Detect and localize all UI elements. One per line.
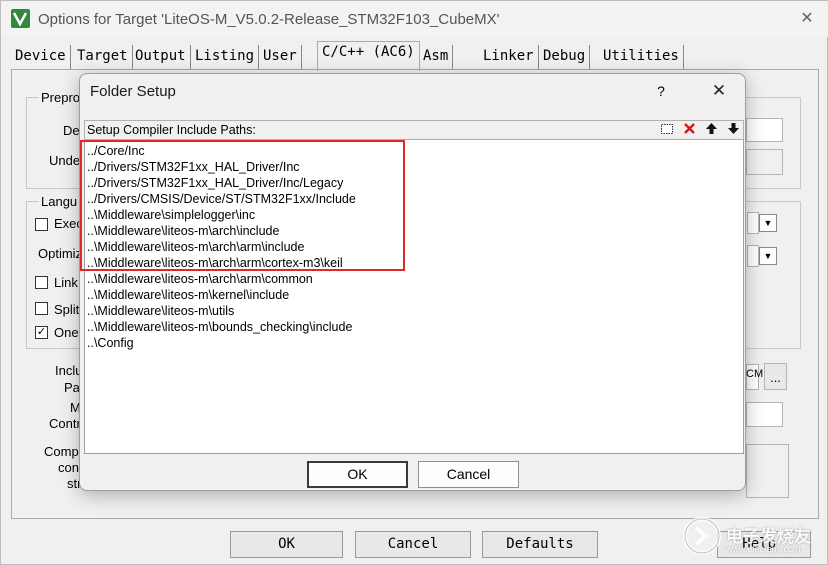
tab-strip: Device Target Output Listing User C/C++ … bbox=[11, 41, 811, 71]
language-dropdown-arrow-icon[interactable]: ▼ bbox=[759, 214, 777, 232]
tab-user[interactable]: User bbox=[259, 45, 302, 69]
tab-utilities[interactable]: Utilities bbox=[599, 45, 684, 69]
link-time-checkbox[interactable] bbox=[35, 276, 48, 289]
window-close-icon[interactable]: ✕ bbox=[796, 8, 818, 30]
misc-controls-field[interactable] bbox=[746, 402, 783, 427]
dialog-help-icon[interactable]: ? bbox=[650, 80, 672, 102]
tab-target[interactable]: Target bbox=[73, 45, 133, 69]
execute-only-checkbox[interactable] bbox=[35, 218, 48, 231]
language-group-label: Langu bbox=[39, 194, 80, 209]
list-item[interactable]: ..\Config bbox=[87, 335, 134, 351]
split-sections-checkbox[interactable] bbox=[35, 302, 48, 315]
dialog-ok-button[interactable]: OK bbox=[307, 461, 408, 488]
split-sections-label: Split bbox=[54, 302, 80, 317]
move-up-icon[interactable] bbox=[701, 122, 721, 139]
list-item[interactable]: ..\Middleware\liteos-m\bounds_checking\i… bbox=[87, 319, 352, 335]
warnings-field-right[interactable] bbox=[747, 245, 759, 267]
compiler-control-label-2: con bbox=[58, 460, 79, 475]
one-elf-checkbox[interactable]: ✓ bbox=[35, 326, 48, 339]
preprocessor-group-label: Prepro bbox=[39, 90, 83, 105]
define-field[interactable] bbox=[746, 118, 783, 142]
list-item[interactable]: ..\Middleware\liteos-m\arch\arm\common bbox=[87, 271, 313, 287]
list-header: Setup Compiler Include Paths: bbox=[84, 120, 744, 140]
tab-output[interactable]: Output bbox=[131, 45, 191, 69]
undefine-field[interactable] bbox=[746, 149, 783, 175]
tab-listing[interactable]: Listing bbox=[191, 45, 260, 69]
dialog-cancel-button[interactable]: Cancel bbox=[418, 461, 519, 488]
define-label: De bbox=[63, 123, 80, 138]
elecfans-watermark: 电子发烧友 www.elecfans.com bbox=[682, 512, 822, 560]
watermark-url: www.elecfans.com bbox=[726, 544, 801, 554]
parent-cancel-button[interactable]: Cancel bbox=[355, 531, 471, 558]
undefine-label: Unde bbox=[49, 153, 81, 168]
highlight-box bbox=[80, 140, 405, 271]
tab-debug[interactable]: Debug bbox=[539, 45, 591, 69]
tab-cpp-ac6[interactable]: C/C++ (AC6) bbox=[317, 41, 420, 71]
include-browse-button[interactable]: ... bbox=[764, 363, 787, 390]
parent-defaults-button[interactable]: Defaults bbox=[482, 531, 598, 558]
include-paths-field-text: CM bbox=[746, 368, 764, 380]
list-item[interactable]: ..\Middleware\liteos-m\utils bbox=[87, 303, 234, 319]
move-down-icon[interactable] bbox=[723, 122, 743, 139]
tab-linker[interactable]: Linker bbox=[479, 45, 539, 69]
keil-app-icon bbox=[11, 9, 30, 28]
window-titlebar: Options for Target 'LiteOS-M_V5.0.2-Rele… bbox=[1, 1, 828, 37]
warnings-dropdown-arrow-icon[interactable]: ▼ bbox=[759, 247, 777, 265]
misc-controls-label-2: Contr bbox=[49, 416, 81, 431]
window-title: Options for Target 'LiteOS-M_V5.0.2-Rele… bbox=[38, 11, 500, 28]
link-time-label: Link bbox=[54, 275, 78, 290]
dialog-close-icon[interactable]: ✕ bbox=[708, 80, 730, 102]
folder-setup-dialog: Folder Setup ? ✕ Setup Compiler Include … bbox=[79, 73, 746, 491]
language-field-right[interactable] bbox=[747, 212, 759, 234]
parent-ok-button[interactable]: OK bbox=[230, 531, 343, 558]
optimization-label: Optimiz bbox=[38, 246, 83, 261]
list-header-label: Setup Compiler Include Paths: bbox=[87, 123, 256, 137]
one-elf-label: One bbox=[54, 325, 79, 340]
tab-asm[interactable]: Asm bbox=[419, 45, 454, 69]
delete-icon[interactable] bbox=[679, 122, 699, 139]
dialog-title: Folder Setup bbox=[90, 83, 176, 100]
include-paths-label-2: Pa bbox=[64, 380, 80, 395]
watermark-logo-icon bbox=[683, 517, 721, 555]
compiler-control-label: Comp bbox=[44, 444, 79, 459]
tab-device[interactable]: Device bbox=[11, 45, 71, 69]
new-folder-icon[interactable] bbox=[657, 122, 677, 139]
compiler-string-field bbox=[746, 444, 789, 498]
list-item[interactable]: ..\Middleware\liteos-m\kernel\include bbox=[87, 287, 289, 303]
